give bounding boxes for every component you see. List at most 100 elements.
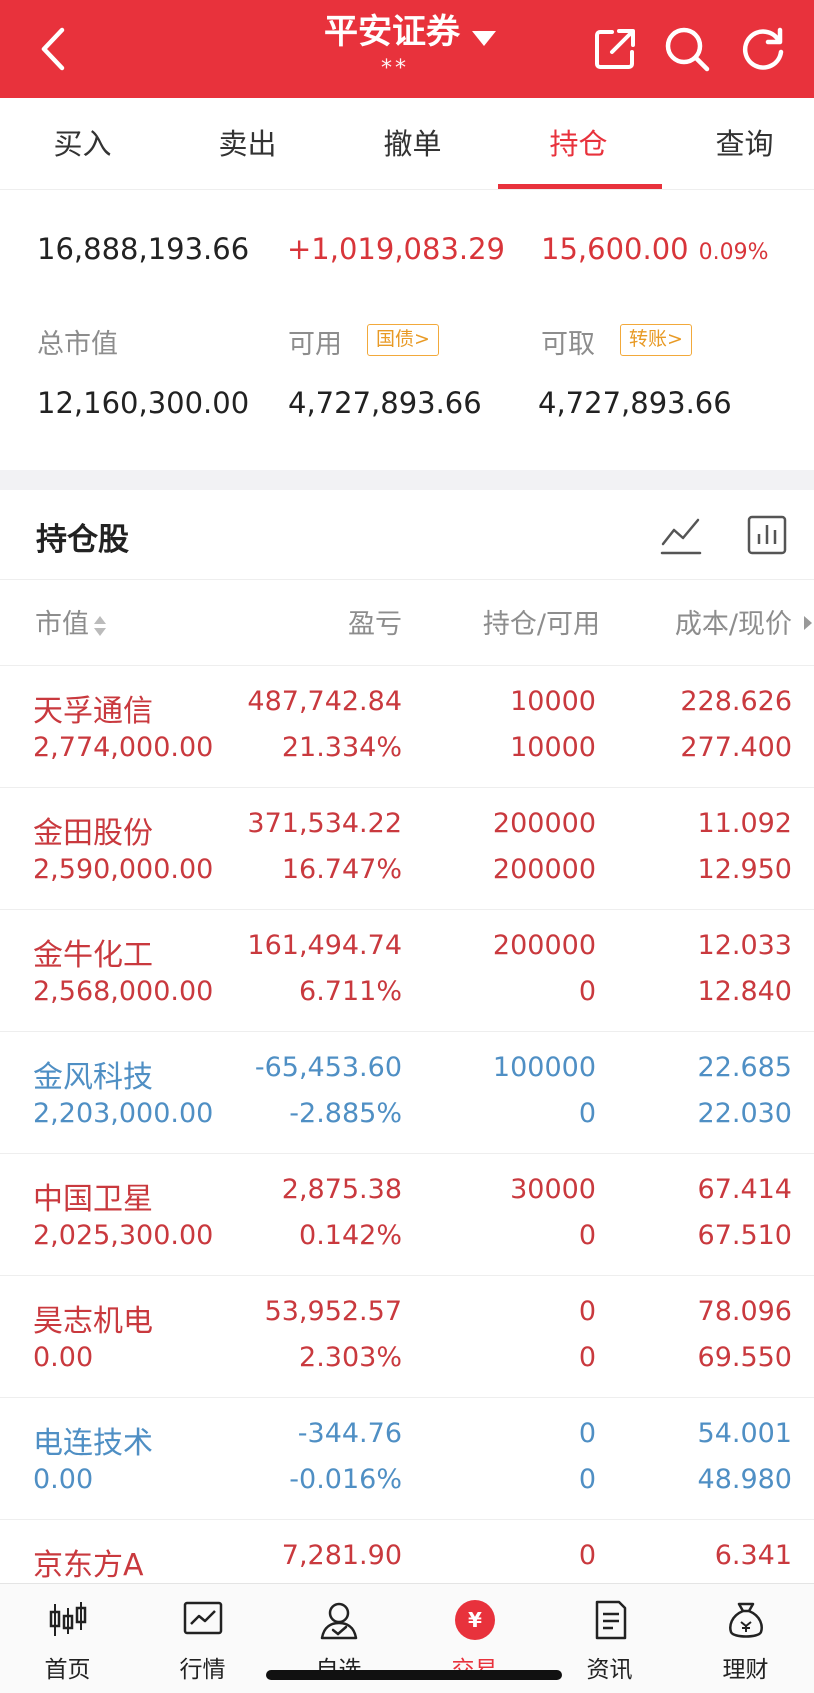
stock-price: 67.510	[697, 1220, 792, 1251]
stock-pl-percent: -2.885%	[289, 1098, 402, 1129]
col-pl[interactable]: 盈亏	[348, 602, 402, 641]
stock-pl: -65,453.60	[254, 1052, 402, 1083]
stock-available: 0	[578, 1098, 596, 1129]
back-button[interactable]	[28, 16, 88, 82]
stock-market-value: 2,203,000.00	[33, 1098, 214, 1129]
stock-pl-percent: 0.142%	[299, 1220, 402, 1251]
treasury-bond-badge[interactable]: 国债>	[367, 324, 439, 356]
nav-market[interactable]: 行情	[135, 1584, 270, 1693]
today-pl-percent: 0.09%	[698, 240, 769, 265]
stock-pl-percent: -0.016%	[289, 1464, 402, 1495]
stock-pl: 487,742.84	[247, 686, 402, 717]
nav-home[interactable]: 首页	[0, 1584, 135, 1693]
tab-buy[interactable]: 买入	[0, 98, 165, 190]
stock-cost: 54.001	[697, 1418, 792, 1449]
refresh-icon	[742, 27, 784, 70]
stock-price: 69.550	[697, 1342, 792, 1373]
stock-market-value: 2,568,000.00	[33, 976, 214, 1007]
stock-position: 30000	[510, 1174, 596, 1205]
col-market-value[interactable]: 市值	[35, 602, 107, 641]
share-button[interactable]	[588, 22, 642, 76]
stock-available: 0	[578, 1464, 596, 1495]
table-row[interactable]: 金风科技 2,203,000.00 -65,453.60 -2.885% 100…	[0, 1032, 814, 1154]
stock-market-value: 0.00	[33, 1464, 94, 1495]
col-cost-price[interactable]: 成本/现价	[675, 602, 792, 641]
stock-cost: 228.626	[680, 686, 792, 717]
chevron-left-icon	[41, 27, 65, 71]
user-watchlist-icon	[320, 1602, 358, 1640]
stock-available: 0	[578, 1342, 596, 1373]
holdings-title: 持仓股	[36, 522, 129, 558]
col-position[interactable]: 持仓/可用	[483, 602, 600, 641]
stock-market-value: 2,025,300.00	[33, 1220, 214, 1251]
col-market-value-label: 市值	[35, 609, 89, 640]
tab-positions[interactable]: 持仓	[496, 98, 661, 190]
stock-position: 0	[578, 1296, 596, 1327]
app-title: 平安证券	[324, 12, 460, 52]
holdings-list: 天孚通信 2,774,000.00 487,742.84 21.334% 100…	[0, 666, 814, 1642]
stock-name: 昊志机电	[33, 1304, 153, 1339]
stock-name: 金风科技	[33, 1060, 153, 1095]
transfer-badge[interactable]: 转账>	[620, 324, 692, 356]
stock-available: 0	[578, 976, 596, 1007]
stock-market-value: 2,590,000.00	[33, 854, 214, 885]
today-pl-value: 15,600.00 0.09%	[541, 232, 768, 266]
table-row[interactable]: 昊志机电 0.00 53,952.57 2.303% 0 0 78.096 69…	[0, 1276, 814, 1398]
home-indicator	[266, 1670, 562, 1680]
stock-name: 中国卫星	[33, 1182, 153, 1217]
table-row[interactable]: 金牛化工 2,568,000.00 161,494.74 6.711% 2000…	[0, 910, 814, 1032]
stock-name: 电连技术	[33, 1426, 153, 1461]
trade-yen-icon: ¥	[455, 1600, 495, 1640]
tab-query[interactable]: 查询	[662, 98, 814, 190]
stock-pl: -344.76	[297, 1418, 402, 1449]
market-value-label: 总市值	[37, 329, 118, 360]
refresh-button[interactable]	[736, 22, 790, 76]
partial-label	[36, 190, 176, 209]
tab-sell[interactable]: 卖出	[165, 98, 330, 190]
line-chart-button[interactable]	[660, 514, 702, 556]
stock-position: 10000	[510, 686, 596, 717]
stock-cost: 11.092	[697, 808, 792, 839]
trade-tabs: 买入 卖出 撤单 持仓 查询	[0, 98, 814, 190]
withdrawable-value: 4,727,893.66	[538, 386, 732, 420]
section-divider	[0, 470, 814, 490]
sort-icon	[94, 615, 106, 636]
search-button[interactable]	[660, 22, 714, 76]
table-row[interactable]: 电连技术 0.00 -344.76 -0.016% 0 0 54.001 48.…	[0, 1398, 814, 1520]
stock-pl-percent: 21.334%	[281, 732, 402, 763]
stock-name: 金田股份	[33, 816, 153, 851]
stock-cost: 22.685	[697, 1052, 792, 1083]
stock-pl: 7,281.90	[281, 1540, 402, 1571]
stock-price: 22.030	[697, 1098, 792, 1129]
stock-position: 200000	[492, 808, 596, 839]
available-value: 4,727,893.66	[288, 386, 482, 420]
stock-position: 0	[578, 1540, 596, 1571]
table-row[interactable]: 金田股份 2,590,000.00 371,534.22 16.747% 200…	[0, 788, 814, 910]
nav-wealth[interactable]: 理财	[678, 1584, 813, 1693]
nav-news[interactable]: 资讯	[542, 1584, 677, 1693]
total-pl-value: +1,019,083.29	[287, 232, 506, 266]
market-value: 12,160,300.00	[37, 386, 250, 420]
more-columns-arrow-icon[interactable]	[804, 616, 812, 630]
total-assets-value: 16,888,193.66	[37, 232, 250, 266]
stock-position: 100000	[492, 1052, 596, 1083]
stock-price: 277.400	[680, 732, 792, 763]
table-row[interactable]: 天孚通信 2,774,000.00 487,742.84 21.334% 100…	[0, 666, 814, 788]
stock-cost: 12.033	[697, 930, 792, 961]
app-header: 平安证券 **	[0, 0, 814, 98]
share-icon	[595, 29, 635, 69]
account-summary: 16,888,193.66 +1,019,083.29 15,600.00 0.0…	[0, 190, 814, 470]
partial-label	[286, 190, 396, 209]
stock-name: 天孚通信	[33, 694, 153, 729]
table-row[interactable]: 中国卫星 2,025,300.00 2,875.38 0.142% 30000 …	[0, 1154, 814, 1276]
broker-selector[interactable]: 平安证券 **	[280, 10, 540, 90]
tab-cancel-order[interactable]: 撤单	[330, 98, 495, 190]
holdings-header: 持仓股	[0, 490, 814, 580]
candlestick-icon	[49, 1602, 87, 1636]
stock-price: 12.840	[697, 976, 792, 1007]
nav-label: 理财	[722, 1657, 769, 1683]
bar-chart-button[interactable]	[746, 514, 788, 556]
stock-available: 0	[578, 1220, 596, 1251]
stock-cost: 78.096	[697, 1296, 792, 1327]
stock-pl-percent: 16.747%	[281, 854, 402, 885]
